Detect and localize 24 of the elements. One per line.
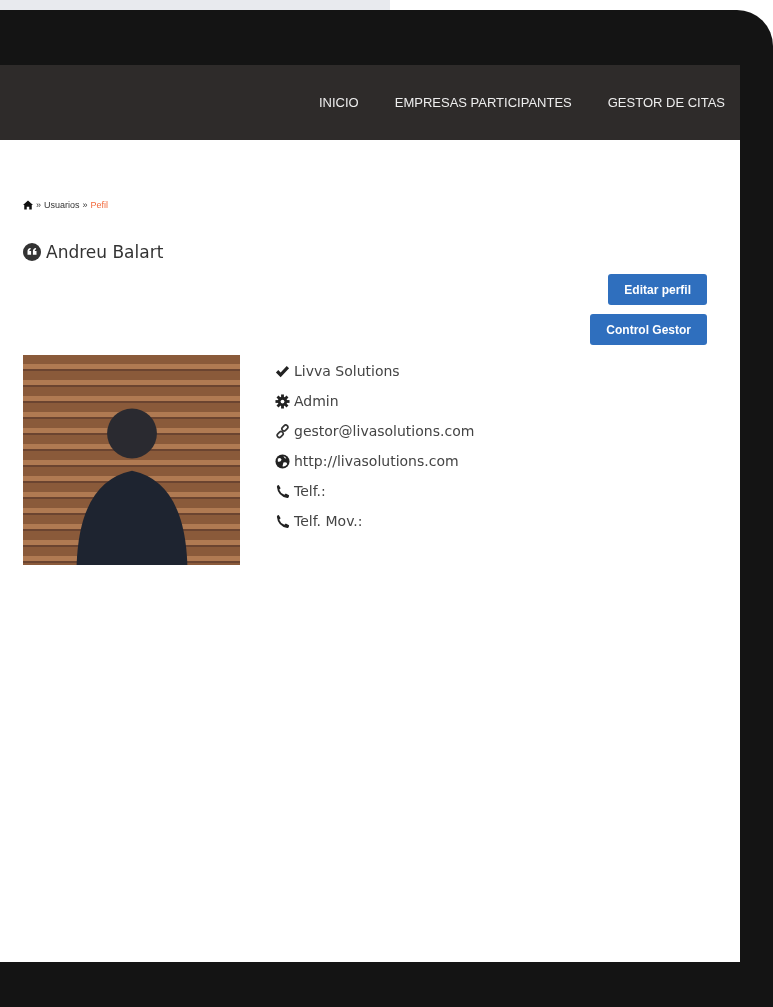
breadcrumb-item[interactable]: Usuarios <box>44 200 80 210</box>
link-icon <box>275 423 290 439</box>
phone-icon <box>275 513 290 529</box>
profile-detail: gestor@livasolutions.com <box>294 423 475 439</box>
profile-detail: Admin <box>294 393 339 409</box>
action-button[interactable]: Editar perfil <box>608 274 707 305</box>
breadcrumb-item: Pefil <box>90 200 109 210</box>
check-icon <box>275 363 290 379</box>
nav-link[interactable]: GESTOR DE CITAS <box>607 95 725 110</box>
profile-detail: Telf.: <box>294 483 326 499</box>
gear-icon <box>275 393 290 409</box>
profile-detail: Telf. Mov.: <box>294 513 363 529</box>
phone-icon <box>275 483 290 499</box>
profile-name: Andreu Balart <box>46 242 164 262</box>
globe-icon <box>275 453 290 469</box>
action-button[interactable]: Control Gestor <box>590 314 707 345</box>
quote-icon <box>23 243 41 261</box>
profile-detail: Livva Solutions <box>294 363 400 379</box>
nav-link[interactable]: EMPRESAS PARTICIPANTES <box>394 95 572 110</box>
nav-link[interactable]: INICIO <box>319 95 359 110</box>
profile-detail: http://livasolutions.com <box>294 453 459 469</box>
home-icon[interactable] <box>23 200 33 210</box>
breadcrumb-separator: » <box>82 200 88 210</box>
breadcrumb-separator: » <box>36 200 41 210</box>
